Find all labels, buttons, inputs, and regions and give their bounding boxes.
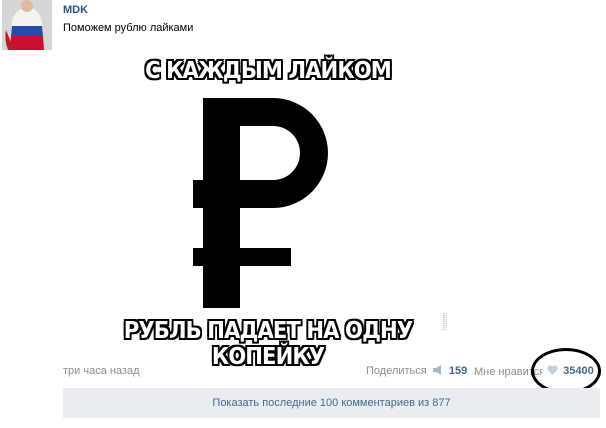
post-text: Поможем рублю лайками (63, 22, 194, 34)
post-time[interactable]: три часа назад (63, 365, 140, 377)
share-count: 159 (448, 365, 468, 377)
post-image[interactable]: С КАЖДЫМ ЛАЙКОМ РУБЛЬ ПАДАЕТ НА ОДНУ КОП… (63, 50, 473, 370)
meme-bottom-text: РУБЛЬ ПАДАЕТ НА ОДНУ КОПЕЙКУ (123, 318, 413, 370)
ruble-sign-icon (193, 98, 328, 308)
avatar[interactable] (2, 0, 52, 50)
share-button[interactable]: Поделиться 159 (366, 365, 467, 378)
post-author[interactable]: MDK (63, 4, 88, 16)
meme-top-text: С КАЖДЫМ ЛАЙКОМ (145, 58, 392, 84)
show-comments-button[interactable]: Показать последние 100 комментариев из 8… (63, 388, 600, 418)
avatar-image (2, 0, 52, 50)
share-label: Поделиться (366, 365, 427, 377)
watermark: lorem (442, 312, 449, 330)
megaphone-icon (432, 365, 444, 378)
